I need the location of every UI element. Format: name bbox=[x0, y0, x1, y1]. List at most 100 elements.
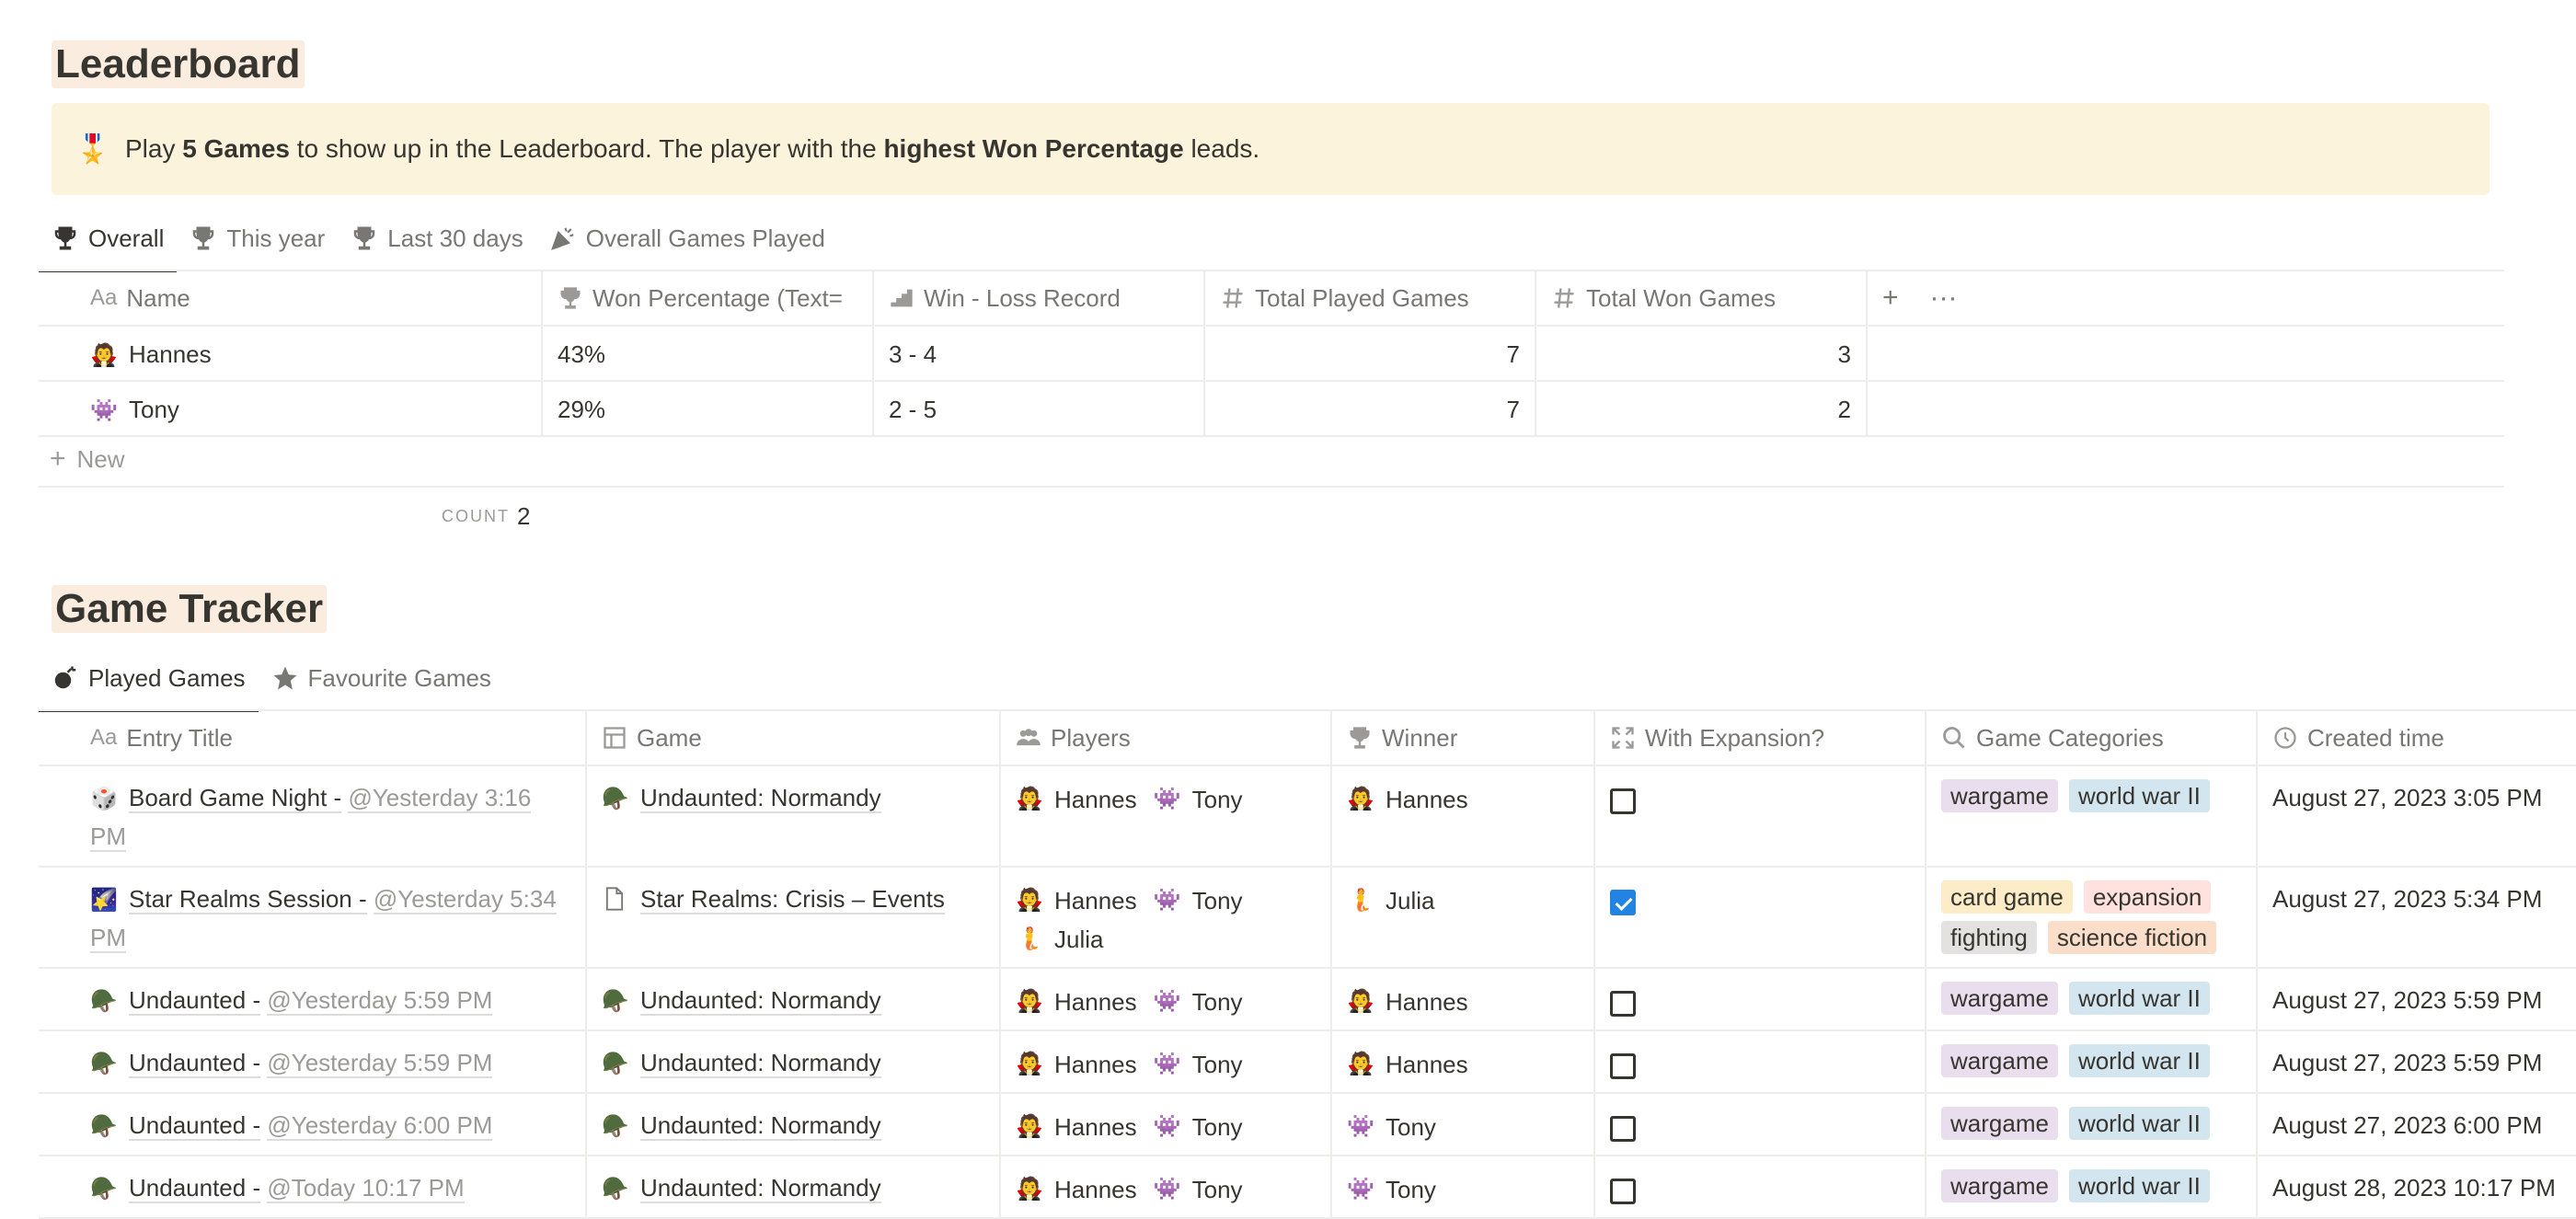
winner-chip[interactable]: 👾 Tony bbox=[1347, 1171, 1436, 1208]
game-link[interactable]: Star Realms: Crisis – Events bbox=[640, 885, 945, 914]
column-header-winner[interactable]: Winner bbox=[1332, 711, 1595, 765]
player-name[interactable]: Hannes bbox=[129, 340, 212, 368]
table-cell[interactable]: 🌠 Star Realms Session - @Yesterday 5:34 P… bbox=[39, 868, 587, 967]
column-header-players[interactable]: Players bbox=[1001, 711, 1332, 765]
player-name[interactable]: Tony bbox=[129, 396, 179, 423]
category-tag[interactable]: science fiction bbox=[2047, 921, 2217, 954]
table-cell[interactable]: 43% bbox=[543, 327, 874, 380]
table-cell[interactable]: 🧛 Hannes 👾 Tony bbox=[1001, 766, 1332, 866]
table-cell[interactable] bbox=[1868, 382, 2504, 435]
column-header-won-percentage[interactable]: Won Percentage (Text= bbox=[543, 271, 874, 325]
tab-overall[interactable]: Overall bbox=[39, 206, 178, 272]
table-cell[interactable] bbox=[1595, 1094, 1926, 1155]
category-tag[interactable]: world war II bbox=[2068, 1044, 2210, 1077]
expansion-checkbox[interactable] bbox=[1610, 1053, 1636, 1080]
column-header-game-categories[interactable]: Game Categories bbox=[1926, 711, 2258, 765]
table-cell[interactable]: 🪖 Undaunted: Normandy bbox=[587, 1031, 1001, 1092]
table-row[interactable]: 🪖 Undaunted - @Yesterday 5:59 PM 🪖 Undaunte… bbox=[39, 1031, 2576, 1094]
table-row[interactable]: 🪖 Undaunted - @Yesterday 5:59 PM 🪖 Undaunte… bbox=[39, 969, 2576, 1031]
table-cell[interactable]: Star Realms: Crisis – Events bbox=[587, 868, 1001, 967]
winner-chip[interactable]: 🧛 Hannes bbox=[1347, 1046, 1468, 1083]
category-tag[interactable]: fighting bbox=[1941, 921, 2037, 954]
table-cell[interactable]: 🪖 Undaunted: Normandy bbox=[587, 766, 1001, 866]
table-cell[interactable]: 2 - 5 bbox=[874, 382, 1205, 435]
entry-title[interactable]: Undaunted - bbox=[129, 986, 261, 1016]
entry-title[interactable]: Star Realms Session - bbox=[129, 885, 367, 914]
column-header-total-won[interactable]: Total Won Games bbox=[1536, 271, 1868, 325]
table-cell[interactable] bbox=[1595, 1031, 1926, 1092]
table-cell[interactable]: 🪖 Undaunted - @Yesterday 5:59 PM bbox=[39, 969, 587, 1029]
table-cell[interactable]: 2 bbox=[1536, 382, 1868, 435]
table-row[interactable]: 🪖 Undaunted - @Today 10:17 PM 🪖 Undaunted: … bbox=[39, 1156, 2576, 1219]
player-chip[interactable]: 👾 Tony bbox=[1154, 983, 1243, 1020]
table-row[interactable]: 🌠 Star Realms Session - @Yesterday 5:34 P… bbox=[39, 868, 2576, 969]
category-tag[interactable]: card game bbox=[1941, 880, 2073, 914]
table-cell[interactable]: 🧛 Hannes bbox=[1332, 766, 1595, 866]
winner-chip[interactable]: 👾 Tony bbox=[1347, 1109, 1436, 1145]
table-cell[interactable]: 👾 Tony bbox=[39, 382, 543, 435]
player-chip[interactable]: 👾 Tony bbox=[1154, 1171, 1243, 1208]
table-cell[interactable] bbox=[1595, 868, 1926, 967]
date-mention[interactable]: @Today 10:17 PM bbox=[267, 1174, 465, 1203]
table-cell[interactable]: 🧛 Hannes 👾 Tony 🧜 Julia bbox=[1001, 868, 1332, 967]
date-mention[interactable]: @Yesterday 6:00 PM bbox=[267, 1111, 493, 1141]
entry-title[interactable]: Undaunted - bbox=[129, 1111, 261, 1141]
table-cell[interactable]: 🪖 Undaunted - @Yesterday 6:00 PM bbox=[39, 1094, 587, 1155]
table-cell[interactable]: card game expansion fighting science fictio… bbox=[1926, 868, 2258, 967]
entry-title[interactable]: Undaunted - bbox=[129, 1174, 261, 1203]
tab-favourite-games[interactable]: Favourite Games bbox=[259, 646, 504, 710]
expansion-checkbox[interactable] bbox=[1610, 1179, 1636, 1205]
table-cell[interactable]: 3 - 4 bbox=[874, 327, 1205, 380]
table-cell[interactable]: 👾 Tony bbox=[1332, 1156, 1595, 1217]
table-cell[interactable]: 🧜 Julia bbox=[1332, 868, 1595, 967]
table-cell[interactable] bbox=[1868, 327, 2504, 380]
expansion-checkbox[interactable] bbox=[1610, 890, 1636, 916]
column-header-entry-title[interactable]: Aa Entry Title bbox=[39, 711, 587, 765]
table-cell[interactable]: 🧛 Hannes 👾 Tony bbox=[1001, 969, 1332, 1029]
player-chip[interactable]: 🧛 Hannes bbox=[1016, 882, 1137, 919]
table-row[interactable]: 👾 Tony 29% 2 - 5 7 2 bbox=[39, 382, 2504, 437]
table-cell[interactable]: 7 bbox=[1205, 327, 1536, 380]
table-cell[interactable]: 👾 Tony bbox=[1332, 1094, 1595, 1155]
table-cell[interactable]: wargame world war II bbox=[1926, 1031, 2258, 1092]
player-chip[interactable]: 🧛 Hannes bbox=[1016, 983, 1137, 1020]
table-cell[interactable]: 🎲 Board Game Night - @Yesterday 3:16 PM bbox=[39, 766, 587, 866]
category-tag[interactable]: world war II bbox=[2068, 779, 2210, 812]
game-link[interactable]: Undaunted: Normandy bbox=[640, 1174, 881, 1203]
column-header-win-loss[interactable]: Win - Loss Record bbox=[874, 271, 1205, 325]
table-cell[interactable]: 7 bbox=[1205, 382, 1536, 435]
expansion-checkbox[interactable] bbox=[1610, 991, 1636, 1018]
category-tag[interactable]: wargame bbox=[1941, 982, 2058, 1015]
category-tag[interactable]: world war II bbox=[2068, 982, 2210, 1015]
player-chip[interactable]: 🧛 Hannes bbox=[1016, 1046, 1137, 1083]
category-tag[interactable]: world war II bbox=[2068, 1107, 2210, 1140]
player-chip[interactable]: 🧜 Julia bbox=[1016, 921, 1103, 958]
table-cell[interactable]: August 27, 2023 5:59 PM bbox=[2258, 1031, 2576, 1092]
player-chip[interactable]: 👾 Tony bbox=[1154, 1109, 1243, 1145]
table-cell[interactable]: 🧛 Hannes 👾 Tony bbox=[1001, 1031, 1332, 1092]
table-cell[interactable]: wargame world war II bbox=[1926, 969, 2258, 1029]
player-chip[interactable]: 👾 Tony bbox=[1154, 1046, 1243, 1083]
tab-last-30-days[interactable]: Last 30 days bbox=[338, 206, 535, 270]
column-header-game[interactable]: Game bbox=[587, 711, 1001, 765]
category-tag[interactable]: wargame bbox=[1941, 1107, 2058, 1140]
expansion-checkbox[interactable] bbox=[1610, 788, 1636, 815]
table-cell[interactable]: 🪖 Undaunted: Normandy bbox=[587, 1156, 1001, 1217]
winner-chip[interactable]: 🧜 Julia bbox=[1347, 882, 1434, 919]
game-link[interactable]: Undaunted: Normandy bbox=[640, 986, 881, 1016]
column-header-name[interactable]: Aa Name bbox=[39, 271, 543, 325]
category-tag[interactable]: wargame bbox=[1941, 779, 2058, 812]
table-cell[interactable]: 🧛 Hannes bbox=[1332, 1031, 1595, 1092]
table-cell[interactable]: August 27, 2023 5:59 PM bbox=[2258, 969, 2576, 1029]
table-cell[interactable]: August 27, 2023 3:05 PM bbox=[2258, 766, 2576, 866]
player-chip[interactable]: 👾 Tony bbox=[1154, 781, 1243, 818]
table-cell[interactable]: 🧛 Hannes bbox=[39, 327, 543, 380]
table-cell[interactable]: 🪖 Undaunted - @Yesterday 5:59 PM bbox=[39, 1031, 587, 1092]
table-row[interactable]: 🪖 Undaunted - @Yesterday 6:00 PM 🪖 Undaunte… bbox=[39, 1094, 2576, 1156]
player-chip[interactable]: 🧛 Hannes bbox=[1016, 1171, 1137, 1208]
tab-overall-games-played[interactable]: Overall Games Played bbox=[536, 206, 838, 270]
table-cell[interactable]: August 27, 2023 6:00 PM bbox=[2258, 1094, 2576, 1155]
table-cell[interactable]: 🧛 Hannes bbox=[1332, 969, 1595, 1029]
game-link[interactable]: Undaunted: Normandy bbox=[640, 1049, 881, 1078]
table-row[interactable]: 🎲 Board Game Night - @Yesterday 3:16 PM 🪖 U… bbox=[39, 766, 2576, 868]
